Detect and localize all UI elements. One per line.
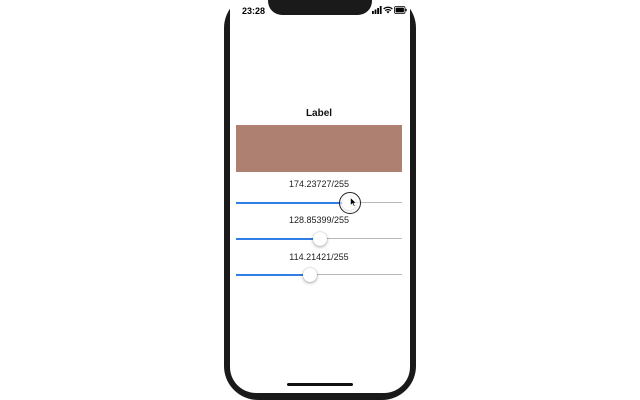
page-title: Label — [305, 108, 333, 119]
value-label-2: 128.85399/255 — [288, 215, 350, 225]
status-icons — [372, 6, 407, 16]
slider-1[interactable] — [236, 192, 402, 214]
wifi-icon — [383, 6, 393, 14]
slider-fill — [236, 273, 310, 276]
slider-fill — [236, 237, 320, 240]
value-label-3: 114.21421/255 — [289, 252, 349, 262]
home-indicator[interactable] — [287, 383, 353, 386]
slider-3[interactable] — [236, 265, 402, 285]
slider-fill — [236, 201, 349, 204]
slider-thumb[interactable] — [303, 268, 317, 282]
status-time: 23:28 — [242, 6, 266, 16]
signal-icon — [372, 6, 382, 14]
slider-thumb[interactable] — [313, 232, 327, 246]
device-notch — [268, 0, 372, 15]
battery-icon — [394, 6, 407, 14]
slider-2[interactable] — [236, 229, 402, 249]
value-label-1: 174.23727/255 — [288, 179, 350, 189]
cursor-icon — [350, 197, 357, 207]
color-preview — [236, 125, 402, 172]
